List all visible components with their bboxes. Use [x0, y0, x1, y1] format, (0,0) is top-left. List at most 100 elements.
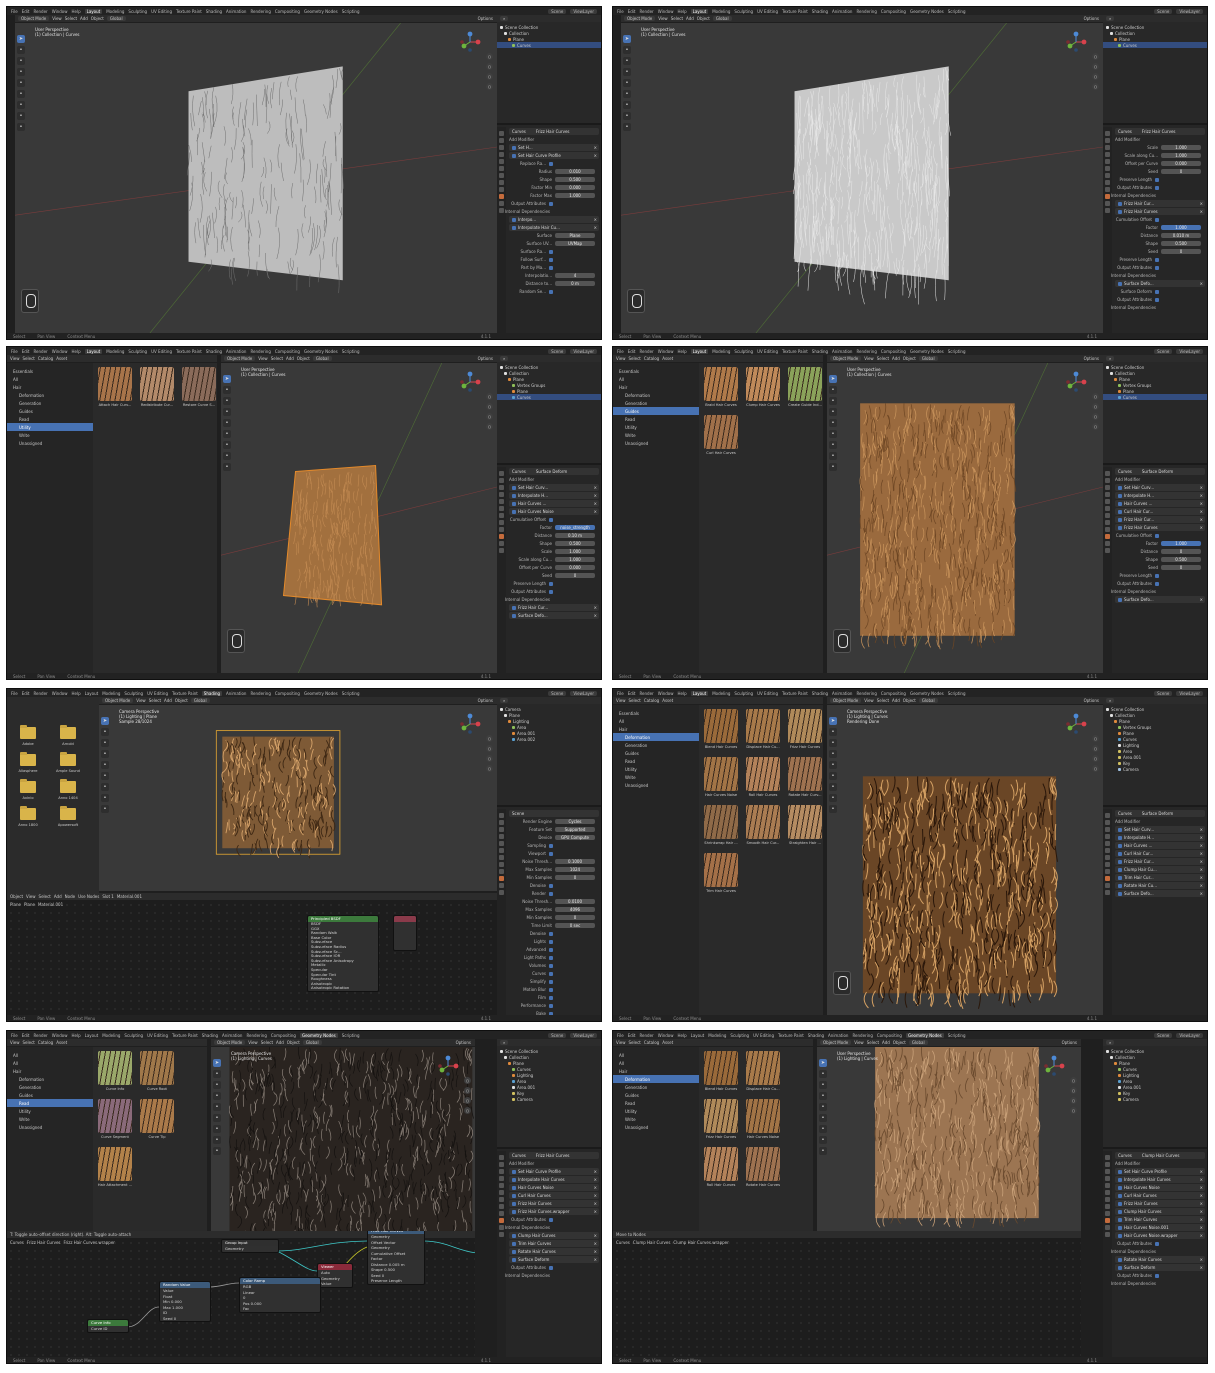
- measure-tool-icon[interactable]: •: [623, 112, 631, 120]
- modifier-header[interactable]: Rotate Hair Curves ×: [1115, 1256, 1205, 1263]
- outliner-search-field[interactable]: ⌕: [1106, 698, 1115, 703]
- annotate-tool-icon[interactable]: •: [223, 441, 231, 449]
- asset-item[interactable]: Create Guide Ind...: [787, 367, 823, 411]
- asset-item[interactable]: Displace Hair Cu...: [745, 1051, 781, 1095]
- modifier-close-icon[interactable]: ×: [594, 145, 597, 150]
- asset-item[interactable]: Curve Root: [139, 1051, 175, 1095]
- property-checkbox[interactable]: [1155, 297, 1159, 302]
- catalog-item[interactable]: Unassigned: [613, 439, 699, 447]
- viewport-menu-mode[interactable]: Object Mode: [830, 698, 862, 703]
- modifier-close-icon[interactable]: ×: [594, 1241, 597, 1246]
- workspace-tab-sculpting[interactable]: Sculpting: [734, 691, 753, 696]
- modifier-close-icon[interactable]: ×: [594, 605, 597, 610]
- scale-tool-icon[interactable]: •: [819, 1103, 827, 1111]
- asset-item[interactable]: Curl Hair Curves: [703, 415, 739, 459]
- modifier-close-icon[interactable]: ×: [1200, 835, 1203, 840]
- modifier-header[interactable]: Frizz Hair Curves.wrapper ×: [509, 1208, 599, 1215]
- property-field[interactable]: 0: [1161, 169, 1201, 174]
- cursor-tool-icon[interactable]: •: [223, 386, 231, 394]
- property-field[interactable]: 0: [1161, 249, 1201, 254]
- property-field[interactable]: 0.1000: [555, 859, 595, 864]
- modifier-enable-icon[interactable]: [512, 1185, 516, 1190]
- property-field[interactable]: 0: [555, 875, 595, 880]
- asset-menu[interactable]: View: [10, 1040, 20, 1045]
- catalog-item[interactable]: Write: [613, 431, 699, 439]
- modifier-enable-icon[interactable]: [1118, 1209, 1122, 1214]
- modifier-header[interactable]: Hair Curves ... ×: [509, 500, 599, 507]
- workspace-tab-animation[interactable]: Animation: [828, 1033, 848, 1038]
- folder-item[interactable]: Adobe: [13, 725, 43, 746]
- modifier-header[interactable]: Hair Curves Noise ×: [509, 1184, 599, 1191]
- menu-item-file[interactable]: File: [11, 349, 18, 354]
- viewlayer-selector[interactable]: ViewLayer: [570, 690, 597, 696]
- workspace-tab-rendering[interactable]: Rendering: [250, 691, 270, 696]
- viewport-menu-object[interactable]: Object: [903, 698, 916, 703]
- modifier-header[interactable]: Interpolate H... ×: [1115, 834, 1205, 841]
- navigation-gizmo[interactable]: [459, 713, 481, 735]
- folder-item[interactable]: Aliasphere: [13, 752, 43, 773]
- modifier-close-icon[interactable]: ×: [1200, 1169, 1203, 1174]
- folder-item[interactable]: Axinio: [13, 779, 43, 800]
- modifier-enable-icon[interactable]: [1118, 827, 1122, 832]
- modifier-enable-icon[interactable]: [512, 501, 516, 506]
- modifier-enable-icon[interactable]: [1118, 851, 1122, 856]
- pan-icon[interactable]: ○: [1092, 403, 1099, 410]
- modifier-enable-icon[interactable]: [512, 485, 516, 490]
- modifier-enable-icon[interactable]: [1118, 835, 1122, 840]
- asset-menu[interactable]: Catalog: [644, 1040, 659, 1045]
- modifier-close-icon[interactable]: ×: [1200, 209, 1203, 214]
- pan-icon[interactable]: ○: [1070, 1087, 1077, 1094]
- modifier-enable-icon[interactable]: [512, 1257, 516, 1262]
- select-tool-icon[interactable]: ➤: [829, 375, 837, 383]
- modifier-enable-icon[interactable]: [512, 1233, 516, 1238]
- select-tool-icon[interactable]: ➤: [223, 375, 231, 383]
- measure-tool-icon[interactable]: •: [213, 1136, 221, 1144]
- workspace-tab-texture-paint[interactable]: Texture Paint: [172, 1033, 198, 1038]
- cursor-tool-icon[interactable]: •: [623, 46, 631, 54]
- zoom-icon[interactable]: ○: [486, 735, 493, 742]
- property-field[interactable]: 0 m: [555, 281, 595, 286]
- catalog-item[interactable]: All: [613, 717, 699, 725]
- workspace-tab-geometry-nodes[interactable]: Geometry Nodes: [304, 9, 338, 14]
- node-header-item[interactable]: Material.001: [117, 894, 142, 899]
- property-field[interactable]: 1.000: [1161, 153, 1201, 158]
- modifier-enable-icon[interactable]: [1118, 1265, 1122, 1270]
- property-field[interactable]: 1.000: [1161, 145, 1201, 150]
- viewport-menu-transform[interactable]: Global: [918, 698, 938, 703]
- node[interactable]: Viewer Auto Geometry Value: [317, 1263, 353, 1288]
- modifier-header[interactable]: Set Hair Curve Profile ×: [509, 152, 599, 159]
- outliner[interactable]: ⌕ Scene Collection Collection Plane Vertex G…: [1103, 697, 1207, 807]
- asset-menu[interactable]: Catalog: [644, 356, 659, 361]
- modifier-header[interactable]: Frizz Hair Curves ×: [509, 1200, 599, 1207]
- 3d-viewport[interactable]: User Perspective (1) Collection | Curves ➤…: [221, 363, 497, 673]
- navigation-gizmo[interactable]: [1065, 31, 1087, 53]
- modifier-enable-icon[interactable]: [512, 509, 516, 514]
- node[interactable]: Group Input Geometry: [221, 1239, 279, 1253]
- viewport-menu-transform[interactable]: Global: [918, 356, 938, 361]
- modifier-close-icon[interactable]: ×: [594, 1193, 597, 1198]
- node-header-item[interactable]: Select: [39, 894, 51, 899]
- modifier-enable-icon[interactable]: [512, 1209, 516, 1214]
- menu-item-render[interactable]: Render: [639, 349, 653, 354]
- property-checkbox[interactable]: [549, 851, 553, 856]
- property-field[interactable]: 0.500: [555, 541, 595, 546]
- modifier-enable-icon[interactable]: [512, 145, 516, 150]
- outliner-search-field[interactable]: ⌕: [500, 1040, 509, 1045]
- property-checkbox[interactable]: [549, 201, 553, 206]
- navigation-gizmo[interactable]: [459, 371, 481, 393]
- measure-tool-icon[interactable]: •: [101, 794, 109, 802]
- workspace-tab-rendering[interactable]: Rendering: [856, 349, 876, 354]
- menu-item-window[interactable]: Window: [52, 691, 68, 696]
- menu-item-help[interactable]: Help: [71, 9, 80, 14]
- workspace-tab-rendering[interactable]: Rendering: [856, 691, 876, 696]
- select-tool-icon[interactable]: ➤: [101, 717, 109, 725]
- modifier-header[interactable]: Clump Hair Cu... ×: [1115, 866, 1205, 873]
- workspace-tab-shading[interactable]: Shading: [202, 1033, 218, 1038]
- node-header-item[interactable]: Add: [54, 894, 62, 899]
- modifier-close-icon[interactable]: ×: [1200, 883, 1203, 888]
- modifier-header[interactable]: Interpo... ×: [509, 216, 599, 223]
- viewport-menu-object[interactable]: Object: [287, 1040, 300, 1045]
- viewport-menu-transform[interactable]: Global: [712, 16, 732, 21]
- catalog-item[interactable]: Write: [613, 773, 699, 781]
- folder-item[interactable]: Apowersoft: [53, 806, 83, 827]
